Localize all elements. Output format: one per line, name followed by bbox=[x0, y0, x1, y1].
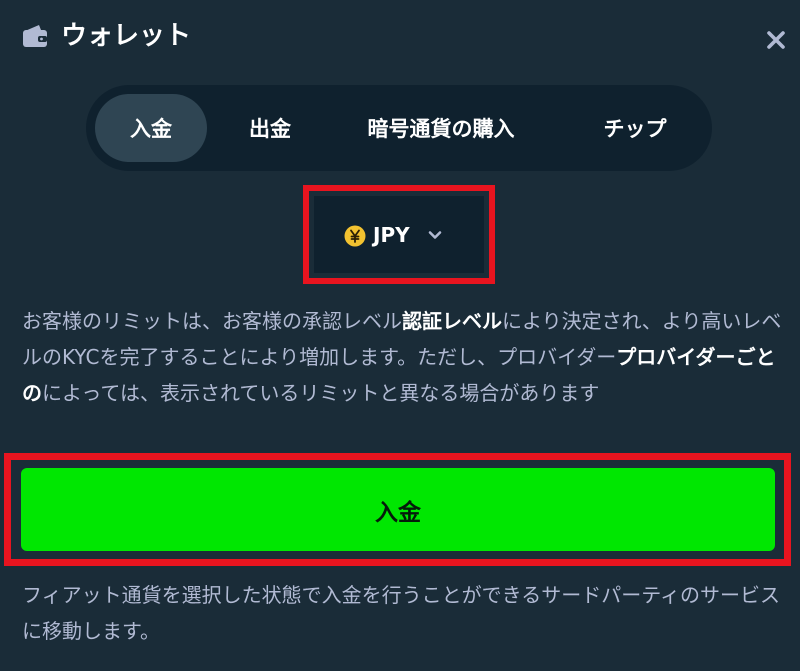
wallet-tabs: 入金 出金 暗号通貨の購入 チップ bbox=[86, 85, 712, 171]
yen-coin-icon bbox=[344, 225, 366, 247]
tab-tip[interactable]: チップ bbox=[564, 94, 706, 162]
limit-info-text: お客様のリミットは、お客様の承認レベル認証レベルにより決定され、より高いレベルの… bbox=[22, 303, 782, 411]
chevron-down-icon bbox=[428, 231, 442, 239]
close-icon[interactable] bbox=[762, 26, 790, 54]
deposit-button[interactable]: 入金 bbox=[21, 468, 775, 551]
tab-deposit[interactable]: 入金 bbox=[95, 94, 207, 162]
wallet-icon bbox=[23, 25, 47, 47]
wallet-header: ウォレット bbox=[0, 0, 800, 76]
third-party-note: フィアット通貨を選択した状態で入金を行うことができるサードパーティのサービスに移… bbox=[22, 583, 780, 643]
info-text-part: によっては、表示されているリミットと異なる場合があります bbox=[42, 381, 600, 405]
currency-selector[interactable]: JPY bbox=[314, 196, 484, 273]
verification-level-text: 認証レベル bbox=[402, 309, 502, 333]
tab-withdraw[interactable]: 出金 bbox=[214, 94, 326, 162]
wallet-title: ウォレット bbox=[61, 21, 192, 51]
currency-code: JPY bbox=[373, 223, 410, 247]
info-text-part: お客様のリミットは、お客様の承認レベル bbox=[22, 309, 402, 333]
tab-buy-crypto[interactable]: 暗号通貨の購入 bbox=[336, 94, 546, 162]
